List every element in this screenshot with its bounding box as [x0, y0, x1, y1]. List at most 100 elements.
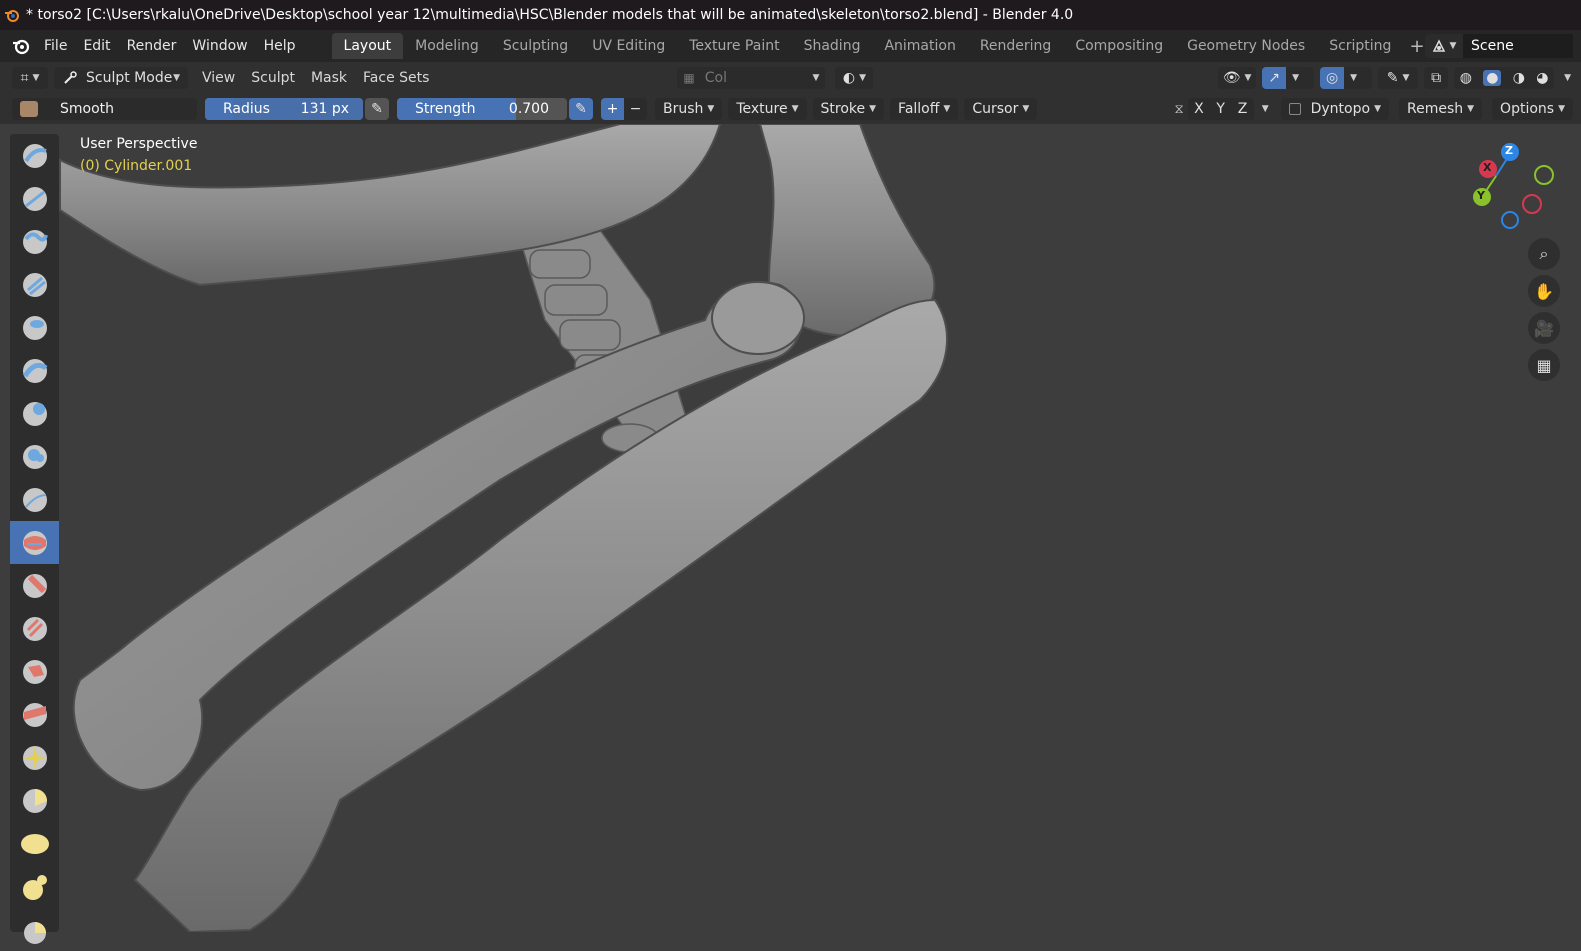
tool-blob[interactable] — [10, 435, 59, 478]
chevron-down-icon: ▼ — [791, 104, 799, 114]
ortho-toggle-button[interactable]: ▦ — [1528, 349, 1560, 381]
tool-clay-thumb[interactable] — [10, 306, 59, 349]
brush-name: Smooth — [60, 101, 115, 117]
texture-menu[interactable]: Texture ▼ — [728, 98, 807, 120]
material-shading-icon[interactable]: ◑ — [1513, 70, 1525, 86]
cursor-menu[interactable]: Cursor ▼ — [964, 98, 1038, 120]
xray-toggle[interactable]: ⧉ — [1424, 67, 1449, 89]
tool-draw[interactable] — [10, 134, 59, 177]
menu-sculpt[interactable]: Sculpt — [243, 70, 303, 86]
menu-face-sets[interactable]: Face Sets — [355, 70, 437, 86]
tool-flatten[interactable] — [10, 564, 59, 607]
tab-compositing[interactable]: Compositing — [1063, 33, 1175, 59]
mesh-edit-overlay[interactable]: ✎ ▼ — [1378, 67, 1419, 89]
tool-thumb[interactable] — [10, 908, 59, 951]
color-attribute-selector[interactable]: ▦ Col ▼ — [677, 67, 826, 89]
symmetry-z-toggle[interactable]: Z — [1238, 101, 1248, 117]
flatten-brush-icon — [22, 573, 47, 598]
axis-y-label[interactable]: Y — [1477, 189, 1485, 202]
tool-clay-strips[interactable] — [10, 263, 59, 306]
tab-modeling[interactable]: Modeling — [403, 33, 491, 59]
pan-button[interactable]: ✋ — [1528, 275, 1560, 307]
tab-uv-editing[interactable]: UV Editing — [580, 33, 677, 59]
draw-sharp-brush-icon — [22, 186, 47, 211]
strength-slider[interactable]: Strength 0.700 — [397, 98, 567, 120]
tab-animation[interactable]: Animation — [872, 33, 967, 59]
tool-clay[interactable] — [10, 220, 59, 263]
direction-toggle[interactable]: + − — [601, 98, 647, 120]
tool-snake-hook[interactable] — [10, 865, 59, 908]
menu-file[interactable]: File — [36, 31, 75, 61]
mode-selector[interactable]: Sculpt Mode ▼ — [54, 67, 188, 89]
camera-view-button[interactable]: 🎥 — [1528, 312, 1560, 344]
radius-pressure-toggle[interactable]: ✎ — [365, 98, 389, 120]
symmetry-chevron-icon[interactable]: ▼ — [1262, 104, 1269, 114]
editor-type-button[interactable]: ⌗ ▼ — [12, 67, 48, 89]
blender-menu-icon[interactable] — [6, 31, 36, 61]
tab-shading[interactable]: Shading — [792, 33, 873, 59]
tab-scripting[interactable]: Scripting — [1317, 33, 1403, 59]
radius-slider[interactable]: Radius 131 px — [205, 98, 363, 120]
shading-options-chevron-icon[interactable]: ▼ — [1564, 73, 1571, 83]
tab-geometry-nodes[interactable]: Geometry Nodes — [1175, 33, 1317, 59]
subtract-direction-button[interactable]: − — [624, 101, 647, 117]
dyntopo-toggle[interactable]: Dyntopo ▼ — [1280, 98, 1389, 120]
menu-edit[interactable]: Edit — [75, 31, 118, 61]
shading-modes[interactable]: ◍ ● ◑ ◕ — [1454, 67, 1555, 89]
brush-menu[interactable]: Brush ▼ — [655, 98, 723, 120]
scrape-brush-icon — [22, 659, 47, 684]
menu-window[interactable]: Window — [184, 31, 255, 61]
visibility-selector[interactable]: 👁 ▼ — [1218, 67, 1257, 89]
tool-layer[interactable] — [10, 349, 59, 392]
stroke-menu[interactable]: Stroke ▼ — [812, 98, 885, 120]
rendered-shading-icon[interactable]: ◕ — [1536, 70, 1548, 86]
symmetry-y-toggle[interactable]: Y — [1216, 101, 1225, 117]
window-title: * torso2 [C:\Users\rkalu\OneDrive\Deskto… — [26, 7, 1074, 23]
tab-rendering[interactable]: Rendering — [968, 33, 1064, 59]
menu-render[interactable]: Render — [119, 31, 185, 61]
axis-z-label[interactable]: Z — [1505, 144, 1513, 157]
zoom-button[interactable]: ⌕ — [1528, 238, 1560, 270]
remesh-menu[interactable]: Remesh ▼ — [1398, 98, 1483, 120]
3d-viewport[interactable]: User Perspective (0) Cylinder.001 — [0, 124, 1581, 932]
navigation-gizmo[interactable]: Z X Y — [1462, 142, 1562, 232]
wireframe-shading-icon[interactable]: ◍ — [1460, 70, 1472, 86]
tool-multiplane-scrape[interactable] — [10, 693, 59, 736]
pivot-selector[interactable]: ◐ ▼ — [835, 67, 874, 89]
clay-strips-brush-icon — [22, 272, 47, 297]
tool-pinch[interactable] — [10, 736, 59, 779]
menu-view[interactable]: View — [194, 70, 243, 86]
solid-shading-icon[interactable]: ● — [1483, 70, 1502, 86]
strength-pressure-toggle[interactable]: ✎ — [569, 98, 593, 120]
brush-selector[interactable]: Smooth — [12, 98, 197, 120]
chevron-down-icon: ▼ — [1292, 73, 1299, 83]
tool-smooth[interactable] — [10, 521, 59, 564]
tool-elastic-deform[interactable] — [10, 822, 59, 865]
symmetry-x-toggle[interactable]: X — [1194, 101, 1204, 117]
menu-help[interactable]: Help — [256, 31, 304, 61]
tab-texture-paint[interactable]: Texture Paint — [677, 33, 791, 59]
axis-x-label[interactable]: X — [1483, 161, 1491, 174]
scene-icon[interactable]: ▼ — [1425, 34, 1463, 58]
tool-crease[interactable] — [10, 478, 59, 521]
gizmo-toggle[interactable]: ↗ ▼ — [1262, 67, 1315, 89]
tool-settings-bar: Smooth Radius 131 px ✎ Strength 0.700 ✎ … — [0, 94, 1581, 124]
add-direction-button[interactable]: + — [601, 98, 624, 120]
color-attribute-icon: ▦ — [683, 71, 695, 85]
scene-name-field[interactable]: Scene — [1463, 34, 1573, 58]
tool-grab[interactable] — [10, 779, 59, 822]
scene-selector[interactable]: ▼ Scene — [1425, 33, 1573, 59]
tool-inflate[interactable] — [10, 392, 59, 435]
options-menu[interactable]: Options ▼ — [1492, 98, 1573, 120]
tab-layout[interactable]: Layout — [331, 33, 404, 59]
menu-mask[interactable]: Mask — [303, 70, 355, 86]
tool-fill[interactable] — [10, 607, 59, 650]
dyntopo-checkbox[interactable] — [1288, 103, 1301, 115]
tool-scrape[interactable] — [10, 650, 59, 693]
tool-draw-sharp[interactable] — [10, 177, 59, 220]
symmetry-axes[interactable]: X Y Z — [1187, 98, 1254, 120]
chevron-down-icon: ▼ — [1244, 73, 1252, 83]
overlay-toggle[interactable]: ◎ ▼ — [1320, 67, 1373, 89]
falloff-menu[interactable]: Falloff ▼ — [890, 98, 959, 120]
tab-sculpting[interactable]: Sculpting — [491, 33, 580, 59]
